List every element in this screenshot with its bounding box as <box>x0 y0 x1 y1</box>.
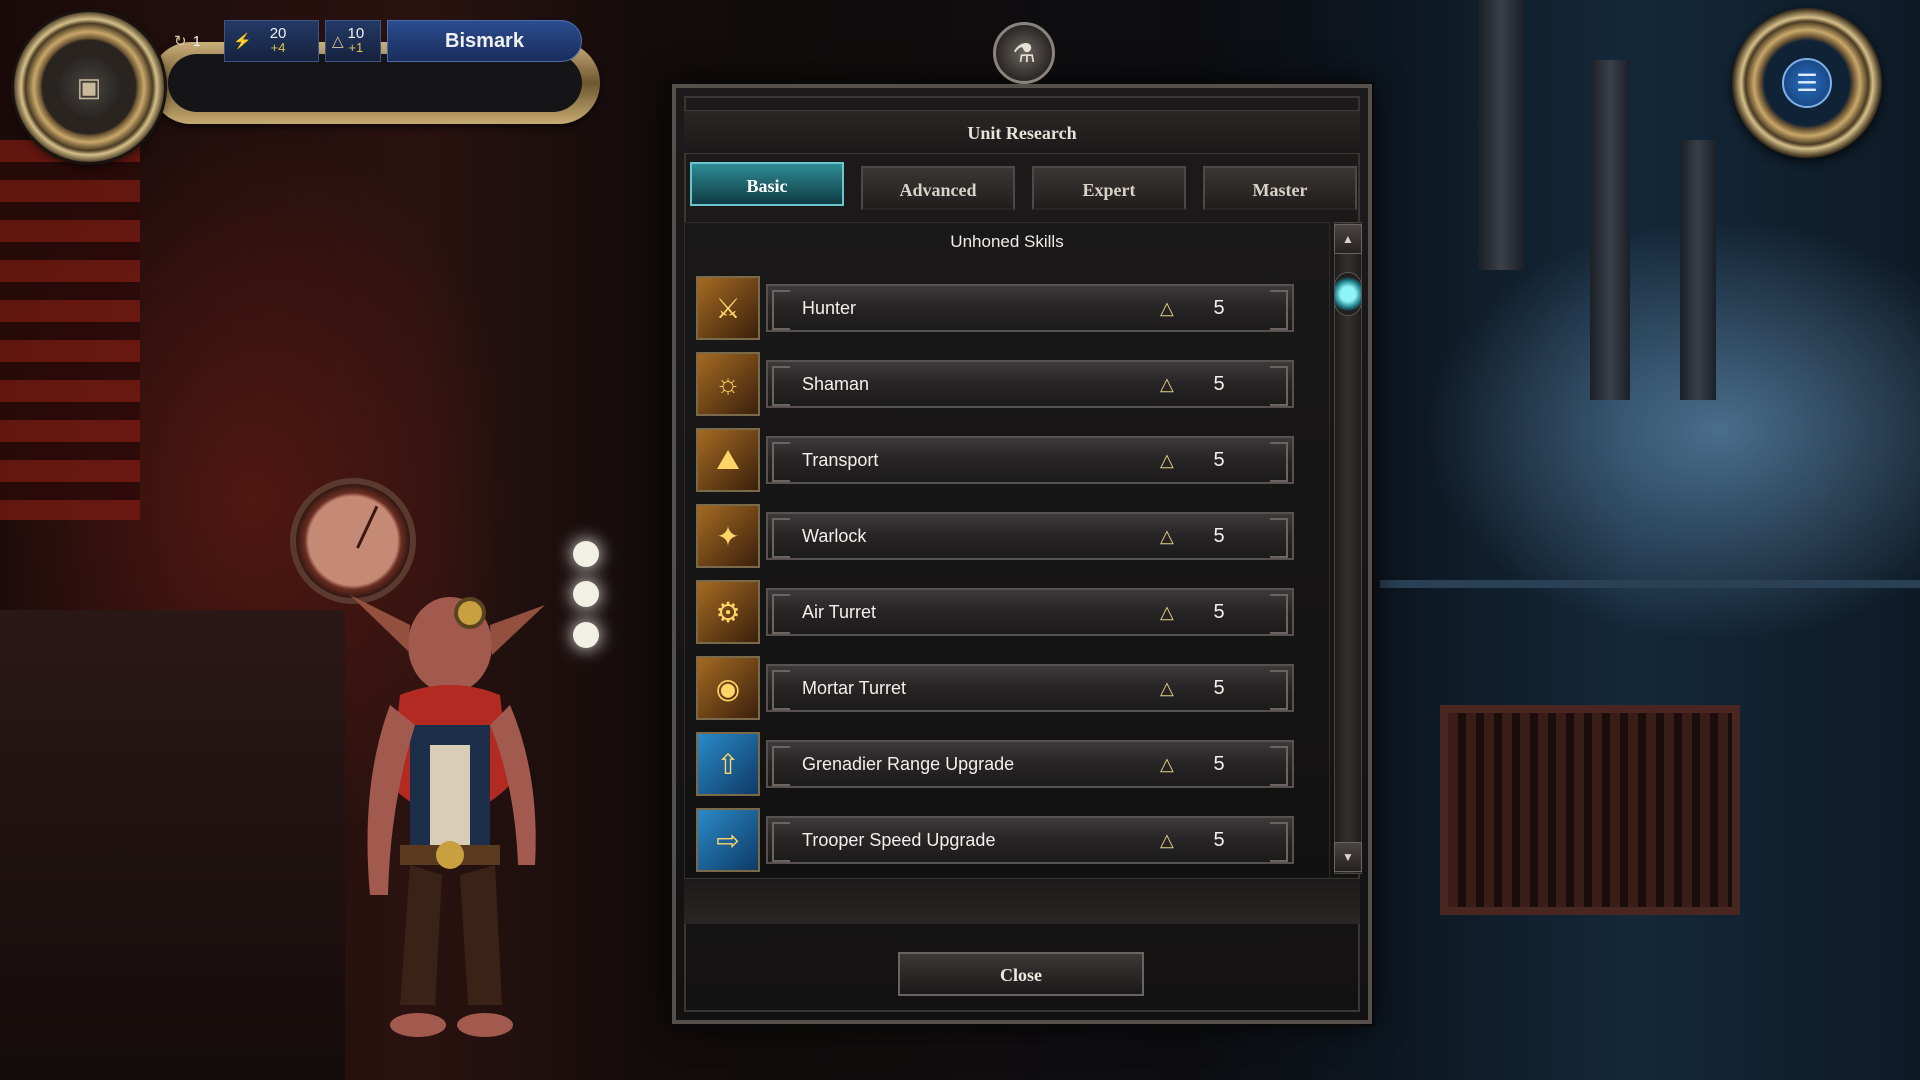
menu-medallion: ☰ <box>1732 8 1882 158</box>
list-item[interactable]: ⚙ Air Turret △ 5 <box>696 580 1296 644</box>
list-item[interactable]: ☼ Shaman △ 5 <box>696 352 1296 416</box>
scroll-down-icon[interactable]: ▼ <box>1334 842 1362 872</box>
flask-icon: △ <box>1160 754 1174 774</box>
list-item[interactable]: ⚔ Hunter △ 5 <box>696 276 1296 340</box>
background-pipe <box>1478 0 1524 270</box>
list-item[interactable]: ⛰ Transport △ 5 <box>696 428 1296 492</box>
dialog-ornament-band <box>684 878 1360 924</box>
list-item[interactable]: ◉ Mortar Turret △ 5 <box>696 656 1296 720</box>
research-item-bar[interactable]: Mortar Turret △ 5 <box>766 664 1294 712</box>
research-item-bar[interactable]: Hunter △ 5 <box>766 284 1294 332</box>
item-cost: 5 <box>1213 829 1225 851</box>
speed-upgrade-icon: ⇨ <box>696 808 760 872</box>
item-cost: 5 <box>1213 677 1225 699</box>
research-item-bar[interactable]: Grenadier Range Upgrade △ 5 <box>766 740 1294 788</box>
science-gain: +1 <box>348 40 364 55</box>
flask-icon: △ <box>1160 830 1174 850</box>
air-turret-icon: ⚙ <box>696 580 760 644</box>
research-item-bar[interactable]: Trooper Speed Upgrade △ 5 <box>766 816 1294 864</box>
tab-expert[interactable]: Expert <box>1032 166 1186 210</box>
background-railing <box>1380 580 1920 588</box>
research-flask-crest-icon: ⚗ <box>993 22 1055 84</box>
hunter-icon: ⚔ <box>696 276 760 340</box>
faction-emblem-icon: ▣ <box>59 57 119 117</box>
game-scene: ▣ ↻ 1 ⚡ 20 +4 △ 10 +1 Bismark ☰ ⚗ Unit R… <box>0 0 1920 1080</box>
flask-icon: △ <box>1160 602 1174 622</box>
flask-icon: △ <box>1160 298 1174 318</box>
item-cost: 5 <box>1213 601 1225 623</box>
research-item-bar[interactable]: Warlock △ 5 <box>766 512 1294 560</box>
list-item[interactable]: ⇨ Trooper Speed Upgrade △ 5 <box>696 808 1296 872</box>
list-scrollbar[interactable] <box>1334 222 1362 874</box>
science-counter: △ 10 +1 <box>325 20 381 62</box>
background-pipe <box>1680 140 1716 400</box>
close-button[interactable]: Close <box>898 952 1144 996</box>
flask-icon: △ <box>1160 678 1174 698</box>
tab-master[interactable]: Master <box>1203 166 1357 210</box>
tab-basic[interactable]: Basic <box>690 162 844 206</box>
item-cost: 5 <box>1213 449 1225 471</box>
turn-cycle-icon: ↻ <box>174 33 187 50</box>
item-name: Transport <box>802 450 879 470</box>
shaman-icon: ☼ <box>696 352 760 416</box>
research-item-bar[interactable]: Transport △ 5 <box>766 436 1294 484</box>
item-cost: 5 <box>1213 297 1225 319</box>
background-wall-slats <box>0 140 140 520</box>
tab-advanced[interactable]: Advanced <box>861 166 1015 210</box>
flask-icon: △ <box>1160 450 1174 470</box>
list-item[interactable]: ⇧ Grenadier Range Upgrade △ 5 <box>696 732 1296 796</box>
item-name: Shaman <box>802 374 870 394</box>
research-item-bar[interactable]: Air Turret △ 5 <box>766 588 1294 636</box>
scrollbar-thumb[interactable] <box>1334 272 1362 316</box>
turn-value: 1 <box>192 32 201 50</box>
item-name: Hunter <box>802 298 857 318</box>
item-name: Mortar Turret <box>802 678 907 698</box>
resource-value: 20 <box>269 25 287 42</box>
item-name: Warlock <box>802 526 867 546</box>
research-tier-tabs: Basic Advanced Expert Master <box>690 162 1360 212</box>
section-title: Unhoned Skills <box>950 232 1064 251</box>
item-name: Grenadier Range Upgrade <box>802 754 1015 774</box>
flask-icon: △ <box>1160 374 1174 394</box>
resource-icon: ⚡ <box>233 33 252 50</box>
mortar-turret-icon: ◉ <box>696 656 760 720</box>
player-portrait-medallion[interactable]: ▣ <box>14 12 164 162</box>
item-name: Air Turret <box>802 602 877 622</box>
list-item[interactable]: ✦ Warlock △ 5 <box>696 504 1296 568</box>
goblin-character <box>350 595 545 1037</box>
research-item-bar[interactable]: Shaman △ 5 <box>766 360 1294 408</box>
item-cost: 5 <box>1213 525 1225 547</box>
flask-icon: △ <box>1160 526 1174 546</box>
resource-counter: ⚡ 20 +4 <box>224 20 319 62</box>
transport-icon: ⛰ <box>696 428 760 492</box>
turn-counter: ↻ 1 <box>168 20 220 62</box>
item-cost: 5 <box>1213 373 1225 395</box>
player-name-banner: Bismark <box>387 20 582 62</box>
item-name: Trooper Speed Upgrade <box>802 830 996 850</box>
warlock-icon: ✦ <box>696 504 760 568</box>
dialog-title: Unit Research <box>684 110 1360 154</box>
flask-icon: △ <box>332 33 344 50</box>
background-pipe <box>1590 60 1630 400</box>
item-cost: 5 <box>1213 753 1225 775</box>
background-console <box>0 610 345 1080</box>
resource-gain: +4 <box>270 40 286 55</box>
science-value: 10 <box>347 25 365 42</box>
background-machine <box>1440 705 1740 915</box>
range-upgrade-icon: ⇧ <box>696 732 760 796</box>
menu-list-icon[interactable]: ☰ <box>1782 58 1832 108</box>
scroll-up-icon[interactable]: ▲ <box>1334 224 1362 254</box>
